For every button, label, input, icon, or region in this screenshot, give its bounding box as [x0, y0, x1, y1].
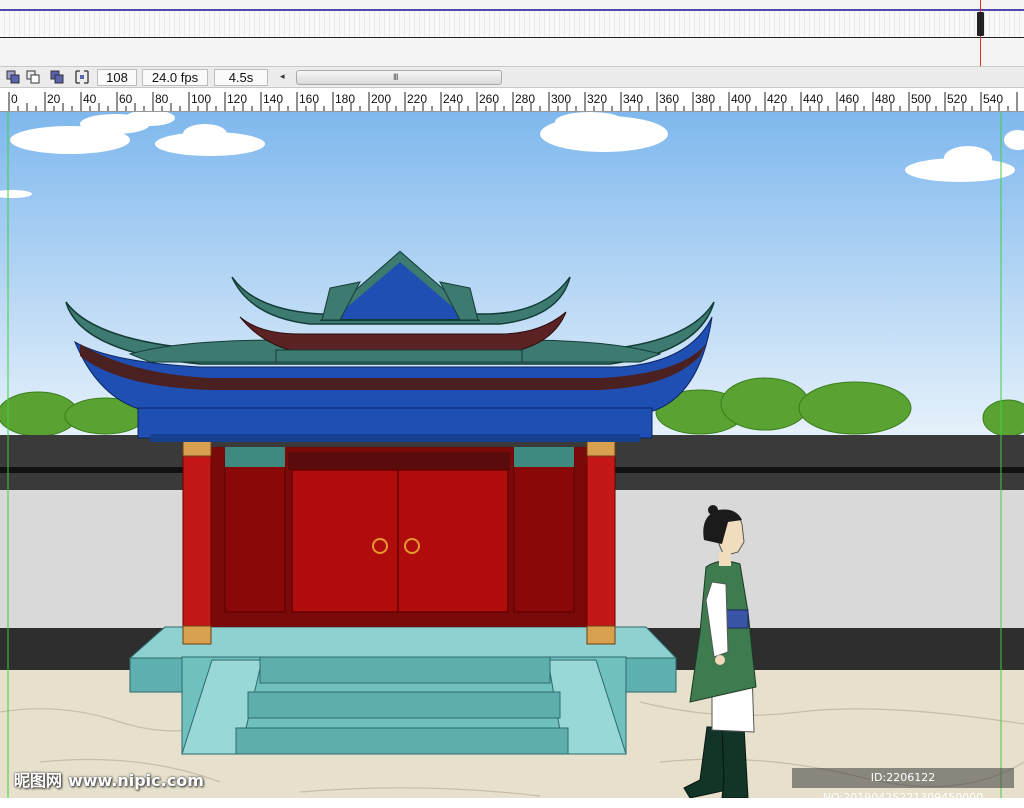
current-frame-field[interactable]: 108: [97, 69, 137, 86]
onion-skin-icon[interactable]: [6, 70, 20, 84]
roof-beam-shadow: [150, 434, 640, 442]
ruler-label: 400: [731, 92, 752, 106]
ruler-label: 0: [11, 92, 18, 106]
ruler-label: 20: [47, 92, 61, 106]
stage-artwork: [0, 112, 1024, 798]
stair-step: [235, 727, 569, 755]
ruler-label: 80: [155, 92, 169, 106]
ruler-label: 200: [371, 92, 392, 106]
playhead-handle[interactable]: [977, 12, 984, 36]
ruler-label: 240: [443, 92, 464, 106]
scroll-grip-icon[interactable]: III: [393, 72, 398, 82]
ruler-label: 300: [551, 92, 572, 106]
ruler-label: 480: [875, 92, 896, 106]
door-left: [291, 469, 399, 613]
ruler-label: 260: [479, 92, 500, 106]
timeline-frames-area[interactable]: [0, 0, 1024, 66]
scroll-left-arrow-icon[interactable]: ◂: [280, 71, 285, 82]
ruler-label: 540: [983, 92, 1004, 106]
roof-beam: [137, 407, 653, 439]
door-lintel: [288, 452, 510, 470]
image-id-watermark: ID:2206122 NO:20190425221309450000: [792, 768, 1014, 804]
ruler-label: 460: [839, 92, 860, 106]
side-panel-right: [513, 461, 575, 613]
frame-rate-field[interactable]: 24.0 fps: [142, 69, 208, 86]
site-url: www.nipic.com: [67, 771, 204, 790]
ruler-label: 500: [911, 92, 932, 106]
pillar-left-base: [182, 625, 212, 645]
timeline-layer-row[interactable]: [0, 11, 1024, 37]
modify-onion-markers-icon[interactable]: [75, 70, 89, 84]
ruler-label: 140: [263, 92, 284, 106]
pillar-right-base: [586, 625, 616, 645]
side-panel-left: [224, 461, 286, 613]
ruler-label: 520: [947, 92, 968, 106]
ruler-label: 60: [119, 92, 133, 106]
panel-top-band: [514, 447, 574, 467]
timeline-layer-border-bottom: [0, 37, 1024, 38]
ruler-ticks: [8, 92, 1018, 111]
ruler-label: 100: [191, 92, 212, 106]
timeline-horizontal-scrollbar[interactable]: III: [296, 70, 502, 85]
ruler-label: 280: [515, 92, 536, 106]
ruler-label: 360: [659, 92, 680, 106]
ruler-label: 120: [227, 92, 248, 106]
ruler-label: 320: [587, 92, 608, 106]
edit-multiple-frames-icon[interactable]: [50, 70, 64, 84]
horizontal-ruler: 0 20 40 60 80 100 120 140 160 180 200 220 240 260 280 3…: [0, 88, 1024, 112]
onion-skin-outline-icon[interactable]: [26, 70, 40, 84]
upper-roof-base: [275, 349, 523, 363]
pillar-right: [586, 437, 616, 635]
stage-canvas[interactable]: [0, 112, 1024, 798]
stair-step: [259, 656, 551, 684]
ruler-label: 380: [695, 92, 716, 106]
panel-top-band: [225, 447, 285, 467]
ruler-label: 220: [407, 92, 428, 106]
ruler-label: 40: [83, 92, 97, 106]
door-right: [397, 469, 509, 613]
ruler-label: 180: [335, 92, 356, 106]
ruler-label: 440: [803, 92, 824, 106]
ruler-label: 160: [299, 92, 320, 106]
site-watermark: 昵图网 www.nipic.com: [14, 767, 204, 791]
ruler-label: 340: [623, 92, 644, 106]
timeline-status-bar: 108 24.0 fps 4.5s ◂ III: [0, 66, 1024, 88]
site-logo-text: 昵图网: [14, 771, 63, 790]
elapsed-time-field: 4.5s: [214, 69, 268, 86]
ruler-label: 420: [767, 92, 788, 106]
stair-step: [247, 691, 561, 719]
pillar-left: [182, 437, 212, 635]
